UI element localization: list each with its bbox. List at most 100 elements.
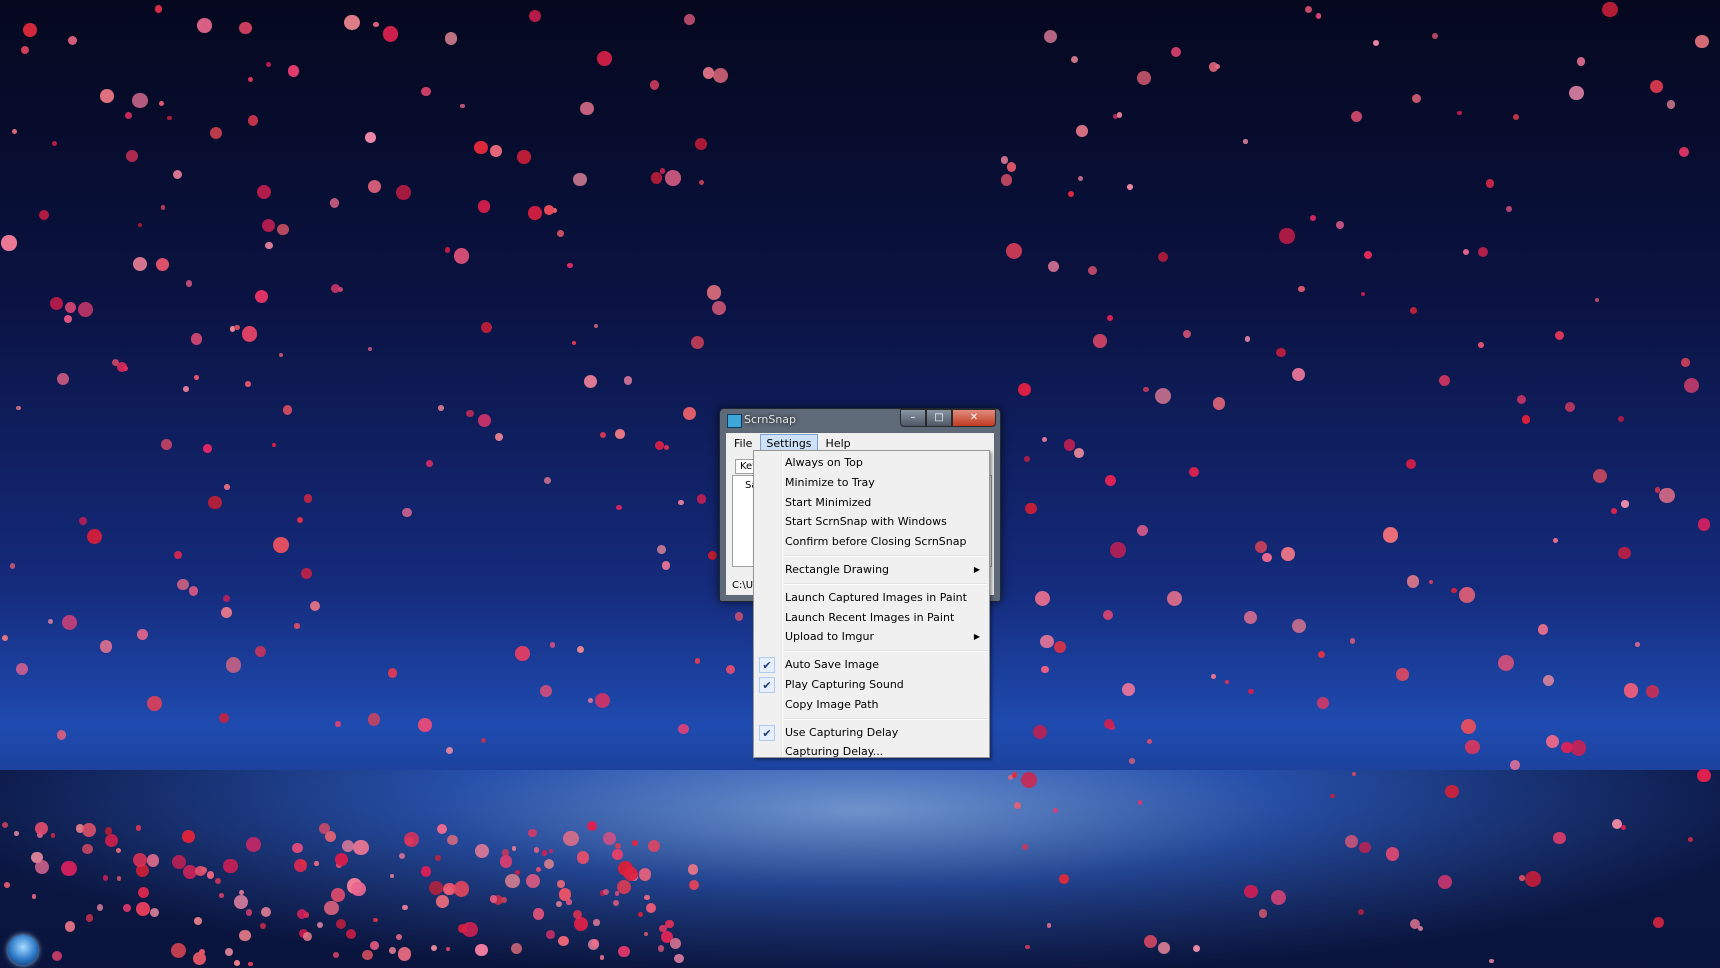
menu-item-label: Start ScrnSnap with Windows (785, 515, 947, 529)
blossom (1291, 368, 1305, 382)
maximize-button[interactable]: □ (926, 409, 952, 427)
blossom (221, 606, 233, 618)
blossom (665, 170, 681, 187)
blossom (1350, 110, 1362, 122)
blossom (510, 942, 522, 955)
blossom (170, 942, 187, 959)
blossom (584, 375, 598, 389)
menu-separator (784, 650, 987, 653)
close-icon: ✕ (969, 412, 979, 423)
menu-item-always-on-top[interactable]: Always on Top (754, 453, 989, 473)
blossom (292, 842, 303, 853)
blossom (233, 895, 248, 909)
blossom (303, 494, 312, 503)
blossom (480, 321, 492, 333)
blossom (1298, 285, 1306, 293)
minimize-button[interactable]: – (900, 409, 926, 427)
blossom (1349, 638, 1356, 644)
title-bar[interactable]: ScrnSnap – □ ✕ (720, 409, 1000, 433)
blossom (517, 150, 531, 164)
blossom (1569, 85, 1584, 100)
menu-item-capturing-delay[interactable]: Capturing Delay... (754, 742, 989, 762)
blossom (474, 140, 488, 154)
blossom (1330, 793, 1335, 799)
blossom (1485, 179, 1495, 188)
menu-item-use-capturing-delay[interactable]: ✔ Use Capturing Delay (754, 723, 989, 743)
blossom (1244, 884, 1258, 899)
blossom (1110, 541, 1126, 558)
blossom (1498, 655, 1514, 671)
blossom (466, 409, 474, 418)
blossom (368, 179, 382, 193)
blossom (549, 642, 556, 648)
menu-item-label: Launch Recent Images in Paint (785, 610, 955, 624)
blossom (277, 223, 289, 236)
blossom (1166, 590, 1183, 607)
menu-item-confirm-before-closing-scrnsnap[interactable]: Confirm before Closing ScrnSnap (754, 532, 989, 552)
blossom (445, 247, 451, 253)
blossom (389, 873, 394, 878)
blossom (112, 358, 120, 366)
blossom (682, 406, 697, 421)
blossom (203, 443, 213, 453)
blossom (1592, 468, 1607, 484)
blossom (324, 900, 339, 915)
blossom (1035, 590, 1051, 607)
blossom (438, 405, 445, 411)
close-button[interactable]: ✕ (952, 409, 996, 427)
blossom (61, 860, 77, 877)
blossom (632, 839, 639, 846)
blossom (596, 50, 612, 66)
menu-item-start-scrnsnap-with-windows[interactable]: Start ScrnSnap with Windows (754, 512, 989, 532)
menu-item-play-capturing-sound[interactable]: ✔ Play Capturing Sound (754, 675, 989, 695)
blossom (1406, 575, 1420, 588)
blossom (1122, 682, 1136, 696)
blossom (571, 341, 576, 346)
blossom (1683, 377, 1699, 394)
menu-item-upload-to-imgur[interactable]: Upload to Imgur ▶ (754, 627, 989, 647)
blossom (1645, 684, 1660, 699)
menu-item-launch-recent-images-in-paint[interactable]: Launch Recent Images in Paint (754, 608, 989, 628)
blossom (126, 149, 139, 162)
blossom (453, 248, 470, 264)
blossom (15, 405, 21, 411)
blossom (1305, 5, 1313, 13)
blossom (501, 849, 510, 857)
menu-item-rectangle-drawing[interactable]: Rectangle Drawing ▶ (754, 560, 989, 580)
blossom (734, 612, 743, 621)
blossom (1024, 456, 1030, 463)
blossom (81, 822, 96, 838)
blossom (1695, 34, 1710, 49)
minimize-icon: – (910, 412, 916, 423)
blossom (172, 169, 183, 180)
menu-item-start-minimized[interactable]: Start Minimized (754, 493, 989, 513)
blossom (1517, 394, 1526, 404)
menu-item-auto-save-image[interactable]: ✔ Auto Save Image (754, 655, 989, 675)
blossom (1093, 334, 1107, 348)
blossom (1385, 847, 1400, 861)
windows-start-icon[interactable] (8, 935, 38, 965)
blossom (557, 230, 565, 237)
menu-item-minimize-to-tray[interactable]: Minimize to Tray (754, 473, 989, 493)
menu-item-launch-captured-images-in-paint[interactable]: Launch Captured Images in Paint (754, 588, 989, 608)
blossom (57, 372, 70, 385)
blossom (193, 375, 199, 380)
blossom (1262, 552, 1273, 563)
blossom (1143, 386, 1149, 393)
blossom (1465, 739, 1480, 755)
blossom (1127, 183, 1134, 190)
blossom (136, 902, 150, 916)
blossom (725, 664, 736, 675)
blossom (1621, 500, 1629, 508)
blossom (403, 831, 419, 847)
blossom (1171, 46, 1182, 57)
blossom (1025, 503, 1037, 515)
blossom (138, 222, 143, 227)
blossom (1158, 941, 1170, 954)
menu-item-copy-image-path[interactable]: Copy Image Path (754, 695, 989, 715)
blossom (1545, 734, 1560, 749)
blossom (1078, 176, 1084, 181)
blossom (330, 283, 341, 294)
blossom (1, 235, 17, 251)
blossom (1410, 307, 1418, 315)
